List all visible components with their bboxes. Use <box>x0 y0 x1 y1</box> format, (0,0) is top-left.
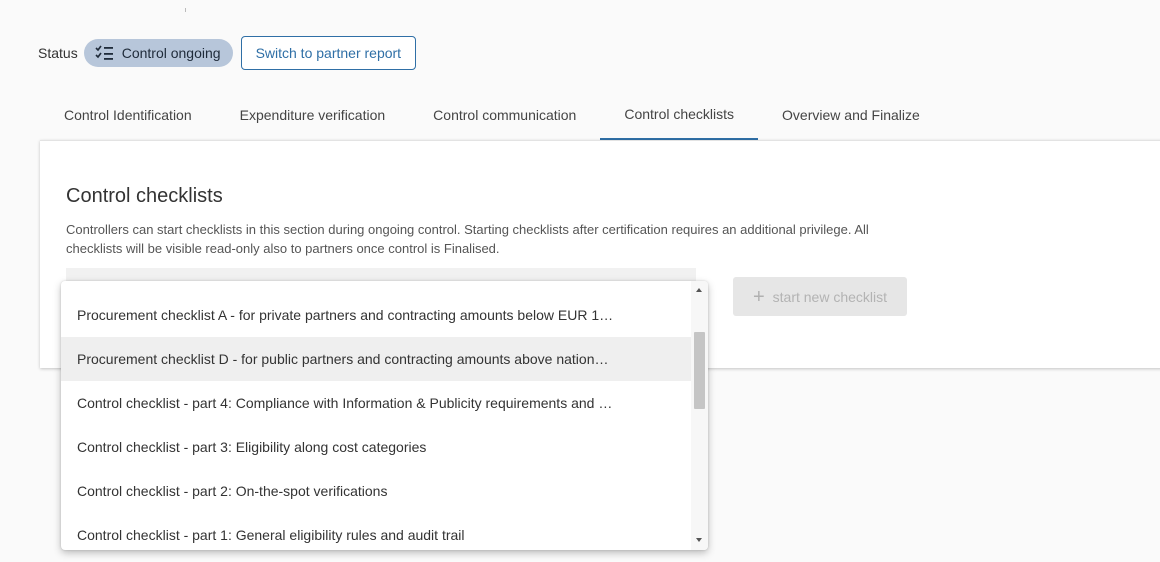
scroll-down-arrow-icon[interactable] <box>696 538 702 542</box>
tab-control-identification[interactable]: Control Identification <box>40 90 216 140</box>
tab-control-communication[interactable]: Control communication <box>409 90 600 140</box>
divider <box>185 8 186 12</box>
dropdown-option[interactable]: Control checklist - part 2: On-the-spot … <box>61 469 691 513</box>
dropdown-option[interactable]: Procurement checklist D - for public par… <box>61 337 691 381</box>
checklist-icon <box>95 45 113 60</box>
tab-expenditure-verification[interactable]: Expenditure verification <box>216 90 410 140</box>
status-chip: Control ongoing <box>83 39 233 67</box>
scroll-up-arrow-icon[interactable] <box>696 288 702 292</box>
plus-icon: + <box>752 285 765 308</box>
switch-to-partner-report-button[interactable]: Switch to partner report <box>240 36 417 70</box>
dropdown-option[interactable]: Control checklist - part 3: Eligibility … <box>61 425 691 469</box>
tab-bar: Control Identification Expenditure verif… <box>40 90 944 140</box>
status-label: Status <box>38 45 78 61</box>
dropdown-option[interactable]: Control checklist - part 4: Compliance w… <box>61 381 691 425</box>
checklist-dropdown[interactable]: Procurement checklist A - for private pa… <box>61 281 708 550</box>
dropdown-option[interactable]: Control checklist - part 1: General elig… <box>61 513 691 550</box>
dropdown-scrollbar[interactable] <box>691 281 708 550</box>
start-button-label: start new checklist <box>772 288 888 305</box>
section-description: Controllers can start checklists in this… <box>66 222 869 256</box>
status-chip-text: Control ongoing <box>121 45 221 61</box>
start-new-checklist-button[interactable]: + start new checklist <box>733 277 907 316</box>
tab-control-checklists[interactable]: Control checklists <box>600 90 759 140</box>
scroll-thumb[interactable] <box>694 332 705 409</box>
top-bar <box>0 0 1160 14</box>
section-title: Control checklists <box>66 185 223 207</box>
dropdown-option[interactable]: Procurement checklist A - for private pa… <box>61 293 691 337</box>
status-row: Status Control ongoing Switch to partner… <box>38 35 417 71</box>
tab-overview-and-finalize[interactable]: Overview and Finalize <box>758 90 944 140</box>
